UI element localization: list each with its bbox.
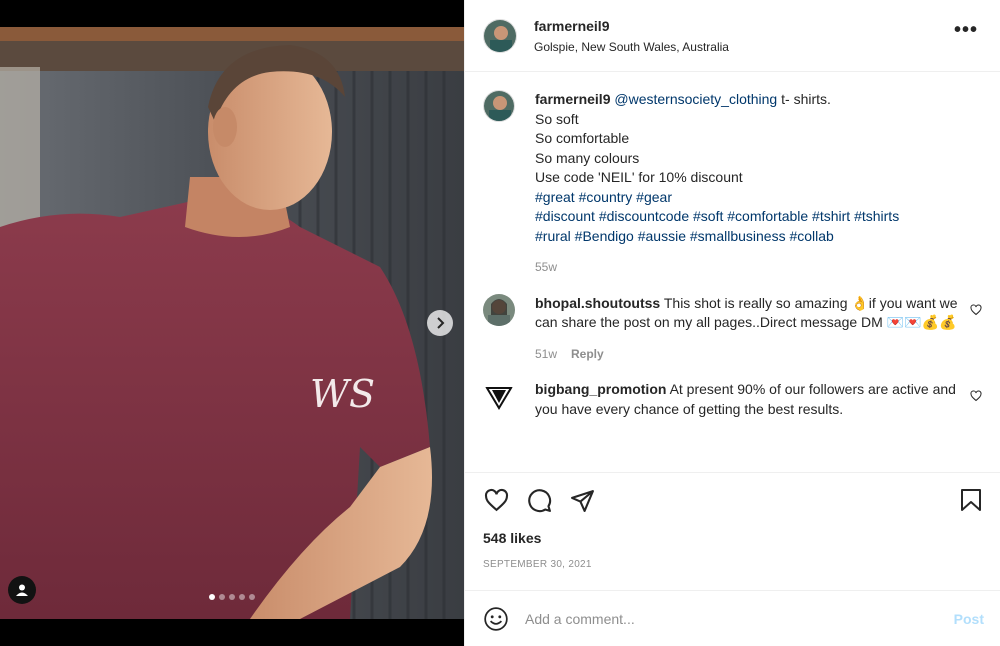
avatar[interactable] (483, 90, 515, 122)
carousel-dot (249, 594, 255, 600)
avatar[interactable] (483, 18, 517, 53)
add-comment-bar: Post (465, 590, 1000, 646)
caption-hashtags[interactable]: #discount #discountcode #soft #comfortab… (535, 207, 982, 227)
likes-count[interactable]: 548 likes (483, 530, 984, 546)
like-comment-heart-icon[interactable] (970, 390, 982, 402)
caption-line: So many colours (535, 149, 640, 166)
comment: bhopal.shoutoutss This shot is really so… (483, 293, 982, 365)
comment-button[interactable] (526, 487, 552, 513)
post-date[interactable]: September 30, 2021 (483, 559, 984, 570)
carousel-dot (209, 594, 215, 600)
caption-hashtags[interactable]: #great #country #gear (535, 188, 982, 208)
caption-hashtags[interactable]: #rural #Bendigo #aussie #smallbusiness #… (535, 227, 982, 247)
tagged-users-button[interactable] (8, 576, 36, 604)
post-panel: farmerneil9 Golspie, New South Wales, Au… (464, 0, 1000, 646)
comment-username[interactable]: bhopal.shoutoutss (535, 295, 660, 311)
bookmark-icon (961, 489, 981, 511)
caption-age[interactable]: 55w (535, 258, 557, 278)
comment-icon (527, 488, 551, 512)
comment: bigbang_promotion At present 90% of our … (483, 380, 982, 419)
user-icon (16, 584, 28, 596)
caption-mention[interactable]: @westernsociety_clothing (614, 91, 777, 107)
carousel-next-button[interactable] (427, 310, 453, 336)
reply-button[interactable]: Reply (571, 345, 604, 365)
caption-line: Use code 'NEIL' for 10% discount (535, 169, 743, 185)
shirt-logo: WS (310, 372, 375, 416)
carousel-dot (229, 594, 235, 600)
like-comment-heart-icon[interactable] (970, 303, 982, 316)
like-button[interactable] (483, 487, 509, 513)
carousel-indicator (0, 594, 464, 600)
post-location[interactable]: Golspie, New South Wales, Australia (534, 40, 950, 54)
comment-username[interactable]: bigbang_promotion (535, 381, 666, 397)
chevron-right-icon (437, 317, 445, 329)
save-button[interactable] (958, 487, 984, 513)
emoji-icon[interactable] (483, 606, 509, 632)
caption: farmerneil9 @westernsociety_clothing t- … (483, 90, 982, 278)
comment-input[interactable] (525, 610, 954, 627)
carousel-dot (219, 594, 225, 600)
caption-line: So comfortable (535, 130, 630, 146)
carousel-dot (239, 594, 245, 600)
post-header: farmerneil9 Golspie, New South Wales, Au… (465, 0, 1000, 72)
post-media: WS (0, 0, 464, 646)
post-dialog: WS farmerneil9 Golspie, New South Wales,… (0, 0, 1000, 646)
share-button[interactable] (569, 487, 595, 513)
caption-line: So soft (535, 110, 579, 127)
avatar[interactable] (483, 380, 515, 412)
more-options-button[interactable]: ••• (950, 19, 982, 52)
avatar[interactable] (483, 293, 515, 326)
comment-age[interactable]: 51w (535, 345, 557, 365)
post-comment-button[interactable]: Post (954, 611, 984, 627)
send-icon (570, 489, 594, 512)
comments-list: farmerneil9 @westernsociety_clothing t- … (465, 72, 1000, 472)
heart-icon (484, 488, 508, 511)
post-actions: 548 likes September 30, 2021 (465, 472, 1000, 590)
caption-username[interactable]: farmerneil9 (535, 91, 610, 107)
post-photo: WS (0, 27, 464, 619)
author-username[interactable]: farmerneil9 (534, 18, 950, 34)
caption-lead: t- shirts. (777, 91, 831, 107)
